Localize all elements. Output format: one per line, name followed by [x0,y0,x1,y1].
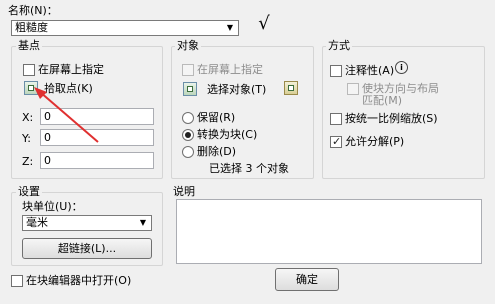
match-orientation-checkbox[interactable] [347,83,359,95]
block-name-combobox[interactable]: 粗糙度 ▼ [11,20,239,36]
annotative-checkbox[interactable] [330,65,342,77]
description-title: 说明 [173,185,195,198]
allow-exploding-checkbox[interactable]: ✓ [330,135,342,148]
match-orientation-label-line2: 匹配(M) [362,94,403,107]
info-icon[interactable]: i [395,61,408,74]
open-in-block-editor-label: 在块编辑器中打开(O) [26,274,132,287]
ok-button[interactable]: 确定 [275,268,339,291]
base-specify-on-screen-label: 在屏幕上指定 [38,63,104,76]
chevron-down-icon[interactable]: ▼ [224,22,236,34]
behavior-title: 方式 [326,39,352,52]
objects-specify-on-screen-label: 在屏幕上指定 [197,63,263,76]
settings-title: 设置 [16,185,42,198]
hyperlink-button[interactable]: 超链接(L)... [22,238,152,259]
select-objects-label: 选择对象(T) [207,83,267,96]
quick-select-button[interactable] [284,81,298,95]
select-objects-button[interactable] [183,82,197,96]
description-textarea[interactable] [176,199,482,264]
open-in-block-editor-checkbox[interactable] [11,275,23,287]
delete-radio[interactable] [182,146,194,158]
delete-label: 删除(D) [197,145,237,158]
base-point-title: 基点 [16,39,42,52]
block-unit-value: 毫米 [26,216,48,229]
scale-uniformly-label: 按统一比例缩放(S) [345,112,438,125]
annotation-arrow-shaft [39,91,99,143]
selected-count-text: 已选择 3 个对象 [209,162,289,175]
block-unit-combobox[interactable]: 毫米 ▼ [22,215,152,231]
block-preview-icon: √ [258,13,270,34]
block-name-value: 粗糙度 [15,21,48,34]
block-unit-label: 块单位(U)： [22,200,83,213]
convert-to-block-label: 转换为块(C) [197,128,258,141]
retain-label: 保留(R) [197,111,236,124]
base-specify-on-screen-checkbox[interactable] [23,64,35,76]
radio-selected-dot [185,132,191,138]
hyperlink-button-label: 超链接(L)... [57,242,117,255]
allow-exploding-label: 允许分解(P) [345,135,405,148]
scale-uniformly-checkbox[interactable] [330,113,342,125]
checkmark-icon: ✓ [332,135,342,148]
objects-specify-on-screen-checkbox[interactable] [182,64,194,76]
ok-button-label: 确定 [296,273,318,286]
name-label: 名称(N)： [8,4,58,17]
z-coordinate-value: 0 [44,154,51,167]
objects-title: 对象 [175,39,201,52]
z-coordinate-input[interactable]: 0 [40,152,154,169]
annotative-label: 注释性(A) [345,64,395,77]
annotation-arrow [34,87,99,143]
z-label: Z: [22,155,34,168]
retain-radio[interactable] [182,112,194,124]
convert-to-block-radio[interactable] [182,129,194,141]
chevron-down-icon[interactable]: ▼ [137,217,149,229]
